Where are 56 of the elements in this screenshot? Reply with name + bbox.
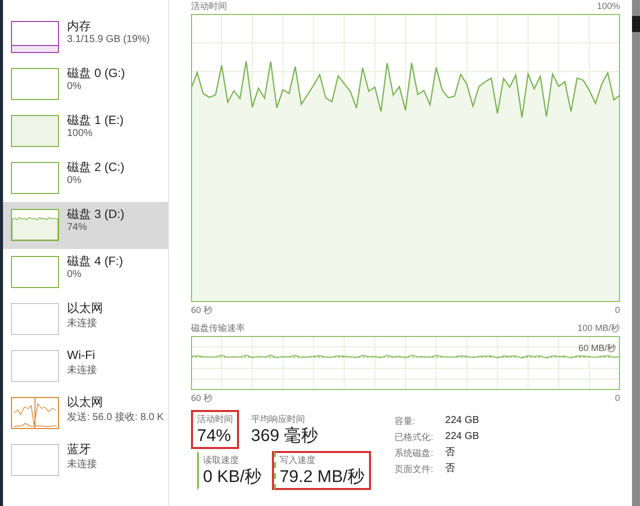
item-title: 磁盘 1 (E:) (67, 113, 124, 128)
stat-label: 读取速度 (203, 454, 240, 467)
stat-label: 平均响应时间 (251, 413, 306, 426)
item-subtitle: 0% (67, 175, 82, 186)
sidebar-item[interactable]: 磁盘 3 (D:) 74% (3, 202, 168, 249)
property-value: 224 GB (445, 430, 480, 444)
property-value: 224 GB (445, 414, 480, 428)
stat-value: 369 毫秒 (251, 426, 318, 446)
item-title: 内存 (67, 19, 92, 34)
axis-max-label: 100 MB/秒 (577, 322, 620, 334)
item-title: 以太网 (67, 395, 104, 410)
scrollbar[interactable] (632, 0, 640, 506)
stat-value: 0 KB/秒 (203, 467, 262, 487)
stat-value: 74% (197, 426, 232, 446)
axis-min-label: 0 (614, 393, 620, 403)
sidebar-item[interactable]: 磁盘 4 (F:) 0% (3, 249, 168, 296)
item-subtitle: 发送: 56.0 接收: 8.0 K (67, 410, 162, 424)
sidebar-item[interactable]: 磁盘 2 (C:) 0% (3, 155, 168, 202)
sidebar-item[interactable]: 磁盘 1 (E:) 100% (3, 108, 168, 155)
property-label: 页面文件: (394, 463, 434, 476)
sidebar-item[interactable]: 磁盘 0 (G:) 0% (3, 61, 168, 108)
item-title: 磁盘 0 (G:) (67, 66, 126, 81)
property-value: 否 (445, 462, 456, 476)
chart-title: 磁盘传输速率 (191, 322, 245, 334)
sidebar-item[interactable]: 蓝牙 未连接 (3, 437, 168, 484)
item-title: 磁盘 4 (F:) (67, 254, 123, 269)
stat-value: 79.2 MB/秒 (280, 467, 365, 487)
time-label: 60 秒 (191, 304, 213, 316)
sidebar-item[interactable]: 内存 3.1/15.9 GB (19%) (3, 14, 168, 61)
item-subtitle: 未连接 (67, 364, 97, 377)
sidebar-item[interactable]: 以太网 未连接 (3, 296, 168, 343)
item-title: Wi-Fi (67, 348, 96, 363)
stat-label: 写入速度 (280, 454, 317, 467)
item-subtitle: 0% (67, 269, 82, 280)
property-label: 容量: (394, 415, 416, 428)
time-label: 60 秒 (191, 392, 213, 404)
sidebar-item[interactable]: 以太网 发送: 56.0 接收: 8.0 K (3, 390, 168, 437)
item-title: 磁盘 3 (D:) (67, 207, 124, 222)
sidebar-item[interactable]: Wi-Fi 未连接 (3, 343, 168, 390)
property-value: 否 (445, 446, 456, 460)
axis-min-label: 0 (614, 305, 620, 315)
stat-label: 活动时间 (197, 413, 233, 426)
property-label: 已格式化: (394, 431, 434, 444)
item-title: 磁盘 2 (C:) (67, 160, 124, 175)
item-subtitle: 100% (67, 128, 94, 139)
item-subtitle: 未连接 (67, 316, 98, 330)
item-subtitle: 74% (67, 222, 88, 233)
axis-max-label: 100% (596, 1, 620, 11)
property-label: 系统磁盘: (394, 447, 434, 460)
chart-title: 活动时间 (191, 0, 227, 12)
item-subtitle: 0% (67, 81, 82, 92)
line-label: 60 MB/秒 (578, 342, 616, 355)
item-title: 蓝牙 (67, 442, 92, 457)
item-title: 以太网 (67, 301, 103, 316)
item-subtitle: 3.1/15.9 GB (19%) (67, 34, 150, 45)
item-subtitle: 未连接 (67, 458, 97, 471)
